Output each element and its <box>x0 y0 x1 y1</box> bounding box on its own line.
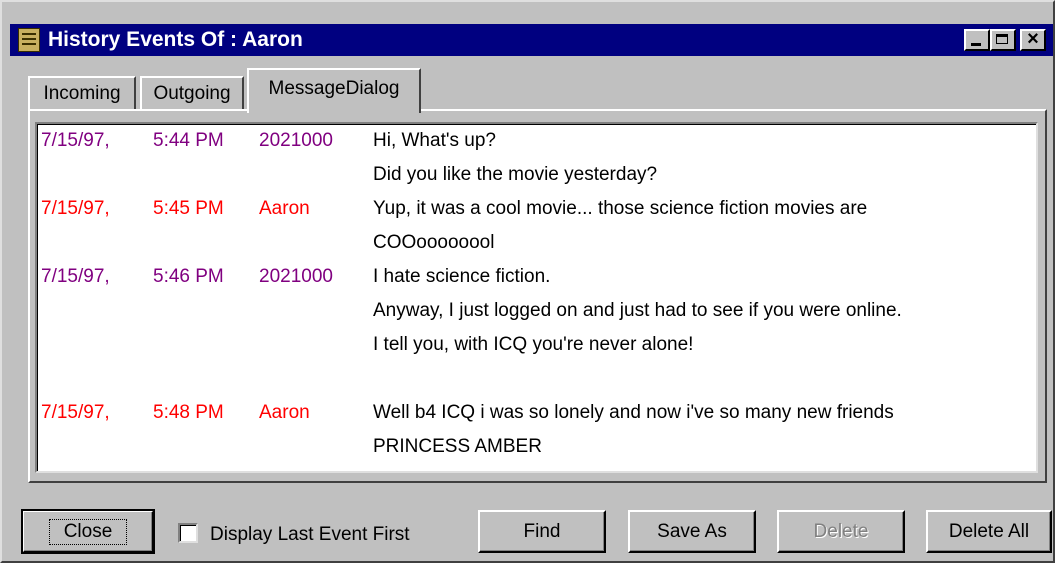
event-message-line: Well b4 ICQ i was so lonely and now i've… <box>373 402 894 423</box>
find-button[interactable]: Find <box>478 510 606 553</box>
display-last-first-checkbox[interactable] <box>178 523 198 543</box>
tab-messagedialog[interactable]: MessageDialog <box>247 68 421 113</box>
close-button-label: Close <box>48 519 128 545</box>
event-message-line: PRINCESS AMBER <box>373 436 542 457</box>
history-list[interactable]: 7/15/97, 5:44 PM 2021000 Hi, What's up? Did … <box>35 122 1038 473</box>
event-time: 5:46 PM <box>153 266 224 287</box>
event-time: 5:44 PM <box>153 130 224 151</box>
event-date: 7/15/97, <box>41 130 110 151</box>
event-message-line: COOoooooool <box>373 232 495 253</box>
event-user: Aaron <box>259 198 310 219</box>
minimize-button[interactable] <box>964 29 990 51</box>
app-icon <box>18 28 40 52</box>
event-message-line: Anyway, I just logged on and just had to… <box>373 300 902 321</box>
event-date: 7/15/97, <box>41 266 110 287</box>
title-bar[interactable]: History Events Of : Aaron × <box>10 24 1053 56</box>
event-time: 5:48 PM <box>153 402 224 423</box>
close-button[interactable]: Close <box>21 509 155 554</box>
event-date: 7/15/97, <box>41 198 110 219</box>
maximize-button[interactable] <box>990 29 1016 51</box>
delete-all-button[interactable]: Delete All <box>926 510 1052 553</box>
event-user: Aaron <box>259 402 310 423</box>
event-message-line: Hi, What's up? <box>373 130 496 151</box>
event-message-line: Did you like the movie yesterday? <box>373 164 658 185</box>
delete-button[interactable]: Delete <box>777 510 905 553</box>
tab-incoming[interactable]: Incoming <box>28 76 136 111</box>
event-time: 5:45 PM <box>153 198 224 219</box>
event-user: 2021000 <box>259 130 333 151</box>
display-last-first-label: Display Last Event First <box>210 524 410 545</box>
event-user: 2021000 <box>259 266 333 287</box>
event-message-line: I hate science fiction. <box>373 266 551 287</box>
close-icon: × <box>1027 28 1039 50</box>
event-date: 7/15/97, <box>41 402 110 423</box>
history-window: History Events Of : Aaron × Incoming Out… <box>0 0 1055 563</box>
event-message-line: I tell you, with ICQ you're never alone! <box>373 334 694 355</box>
close-window-button[interactable]: × <box>1020 28 1046 51</box>
save-as-button[interactable]: Save As <box>628 510 756 553</box>
event-message-line: Yup, it was a cool movie... those scienc… <box>373 198 868 219</box>
tab-outgoing[interactable]: Outgoing <box>140 76 244 111</box>
window-title: History Events Of : Aaron <box>48 28 303 51</box>
